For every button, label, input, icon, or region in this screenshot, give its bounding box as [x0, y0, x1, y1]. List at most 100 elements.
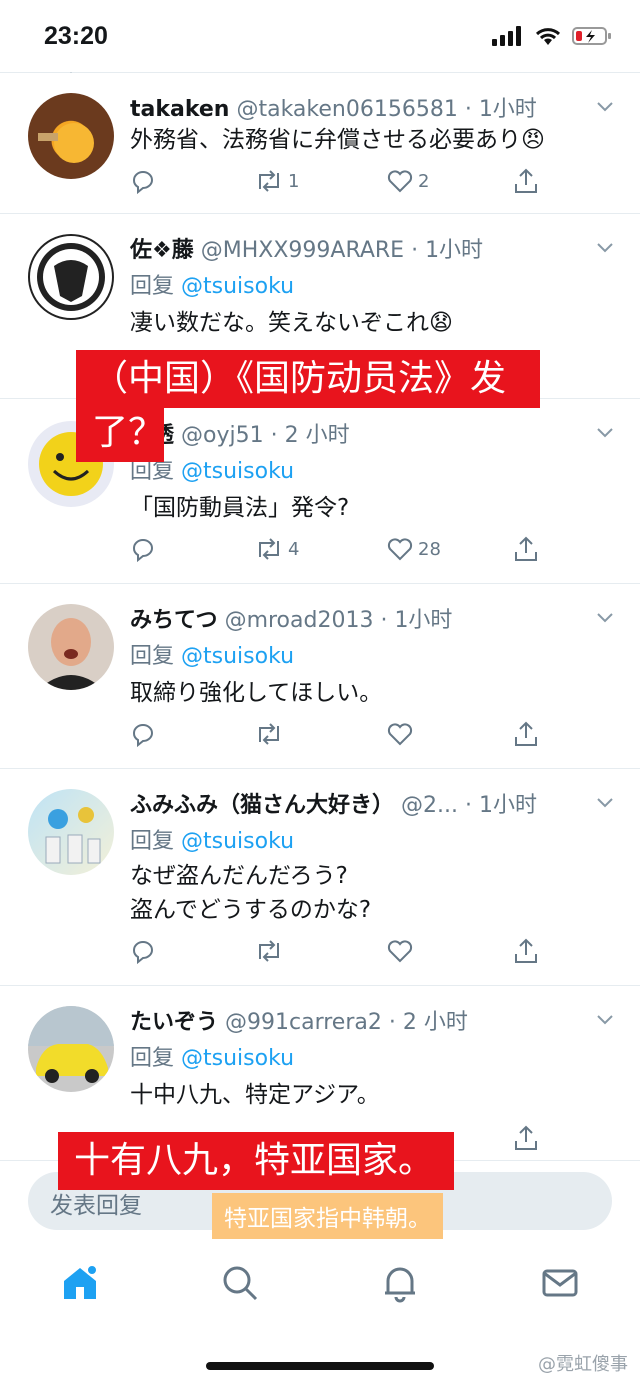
- wifi-icon: [535, 28, 561, 45]
- tweet-text: 外務省、法務省に弁償させる必要あり😠: [130, 127, 545, 153]
- reply-label: 回复: [130, 459, 175, 484]
- caption-overlay: 了？: [76, 404, 164, 462]
- avatar[interactable]: [28, 93, 114, 179]
- share-button[interactable]: [512, 720, 540, 748]
- tweet-text: なぜ盗んだんだろう? 盗んでどうするのかな?: [130, 863, 372, 923]
- mention-link[interactable]: @tsuisoku: [181, 1046, 294, 1071]
- caption-line: 了？: [92, 412, 165, 453]
- avatar[interactable]: [28, 604, 114, 690]
- retweet-button[interactable]: 1: [254, 167, 299, 195]
- tweet-actions: 4 28: [130, 535, 550, 569]
- display-name[interactable]: みちてつ: [130, 608, 218, 633]
- tweet-header: たいぞう @991carrera2 · 2 小时: [130, 1004, 468, 1036]
- tweet-time: · 2 小时: [388, 1010, 468, 1035]
- tweet-item[interactable]: みちてつ @mroad2013 · 1小时 回复 @tsuisoku 取締り強化…: [0, 584, 640, 769]
- tweet-header: takaken @takaken06156581 · 1小时: [130, 91, 537, 123]
- reply-to-line: 回复 @tsuisoku: [130, 1040, 294, 1072]
- tweet-header: みちてつ @mroad2013 · 1小时: [130, 602, 452, 634]
- like-button[interactable]: [386, 937, 418, 965]
- search-icon: [223, 1266, 258, 1301]
- tweet-actions: [130, 937, 550, 971]
- caption-overlay: （中国）《国防动员法》发: [76, 350, 540, 408]
- mention-link[interactable]: @tsuisoku: [181, 644, 294, 669]
- avatar[interactable]: [28, 1006, 114, 1092]
- like-button[interactable]: [386, 720, 418, 748]
- reply-button[interactable]: [130, 535, 162, 563]
- reply-icon: [133, 941, 153, 965]
- reply-icon: [133, 724, 153, 748]
- share-icon: [515, 721, 537, 746]
- retweet-count: 4: [288, 538, 300, 560]
- like-count: 28: [418, 538, 441, 560]
- chevron-down-icon[interactable]: [596, 238, 614, 256]
- tweet-item[interactable]: ふみふみ（猫さん大好き） @2... · 1小时 回复 @tsuisoku なぜ…: [0, 769, 640, 986]
- share-button[interactable]: [512, 535, 540, 563]
- user-handle[interactable]: @mroad2013: [225, 608, 374, 633]
- mention-link[interactable]: @tsuisoku: [181, 459, 294, 484]
- tweet-actions: 1 2: [130, 167, 550, 201]
- user-handle[interactable]: @MHXX999ARARE: [201, 238, 404, 263]
- like-button[interactable]: 28: [386, 535, 441, 563]
- like-button[interactable]: 2: [386, 167, 429, 195]
- display-name[interactable]: takaken: [130, 97, 229, 122]
- chevron-down-icon[interactable]: [596, 97, 614, 115]
- tab-notifications[interactable]: [380, 1263, 420, 1303]
- tweet-header: ふみふみ（猫さん大好き） @2... · 1小时: [130, 787, 537, 819]
- share-icon: [515, 1125, 537, 1150]
- retweet-icon: [259, 538, 279, 560]
- display-name[interactable]: たいぞう: [130, 1010, 218, 1035]
- retweet-button[interactable]: [254, 937, 288, 965]
- status-time: 23:20: [44, 22, 108, 50]
- user-handle[interactable]: @2...: [401, 793, 458, 818]
- reply-to-line: 回复 @tsuisoku: [130, 823, 294, 855]
- display-name[interactable]: ふみふみ（猫さん大好き）: [130, 793, 394, 818]
- share-button[interactable]: [512, 167, 540, 195]
- user-handle[interactable]: @oyj51: [181, 423, 264, 448]
- reply-label: 回复: [130, 829, 175, 854]
- user-handle[interactable]: @991carrera2: [225, 1010, 382, 1035]
- display-name[interactable]: 佐❖藤: [130, 238, 194, 263]
- tweet-time: · 2 小时: [270, 423, 350, 448]
- tab-home[interactable]: [60, 1263, 100, 1303]
- caption-line: 十有八九，特亚国家。: [74, 1140, 435, 1181]
- tweet-time: · 1小时: [465, 793, 537, 818]
- watermark: @霓虹傻事: [538, 1354, 628, 1375]
- tweet-text: 十中八九、特定アジア。: [130, 1082, 380, 1108]
- share-button[interactable]: [512, 1124, 540, 1152]
- retweet-icon: [259, 170, 279, 192]
- share-button[interactable]: [512, 937, 540, 965]
- share-icon: [515, 536, 537, 561]
- heart-icon: [387, 723, 413, 746]
- mention-link[interactable]: @tsuisoku: [181, 274, 294, 299]
- like-count: 2: [418, 170, 430, 192]
- caption-line: 特亚国家指中韩朝。: [224, 1206, 431, 1232]
- share-icon: [515, 938, 537, 963]
- user-handle[interactable]: @takaken06156581: [236, 97, 457, 122]
- tab-search[interactable]: [220, 1263, 260, 1303]
- reply-button[interactable]: [130, 720, 162, 748]
- chevron-down-icon[interactable]: [596, 793, 614, 811]
- caption-overlay: 特亚国家指中韩朝。: [212, 1193, 443, 1239]
- reply-button[interactable]: [130, 937, 162, 965]
- battery-icon: [572, 27, 611, 45]
- mention-link[interactable]: @tsuisoku: [181, 829, 294, 854]
- caption-overlay: 十有八九，特亚国家。: [58, 1132, 454, 1190]
- tweet-actions: [130, 720, 550, 754]
- tweet-time: · 1小时: [464, 97, 537, 122]
- avatar[interactable]: [28, 234, 114, 320]
- avatar[interactable]: [28, 789, 114, 875]
- reply-button[interactable]: [130, 167, 162, 195]
- retweet-button[interactable]: [254, 720, 288, 748]
- retweet-icon: [259, 723, 279, 745]
- reply-to-line: 回复 @tsuisoku: [130, 638, 294, 670]
- status-icons: [492, 26, 612, 46]
- tab-messages[interactable]: [540, 1263, 580, 1303]
- messages-icon: [542, 1269, 578, 1297]
- home-indicator[interactable]: [206, 1362, 434, 1370]
- chevron-down-icon[interactable]: [596, 608, 614, 626]
- reply-icon: [133, 171, 153, 195]
- tweet-item[interactable]: takaken @takaken06156581 · 1小时 外務省、法務省に弁…: [0, 73, 640, 214]
- chevron-down-icon[interactable]: [596, 423, 614, 441]
- retweet-button[interactable]: 4: [254, 535, 299, 563]
- chevron-down-icon[interactable]: [596, 1010, 614, 1028]
